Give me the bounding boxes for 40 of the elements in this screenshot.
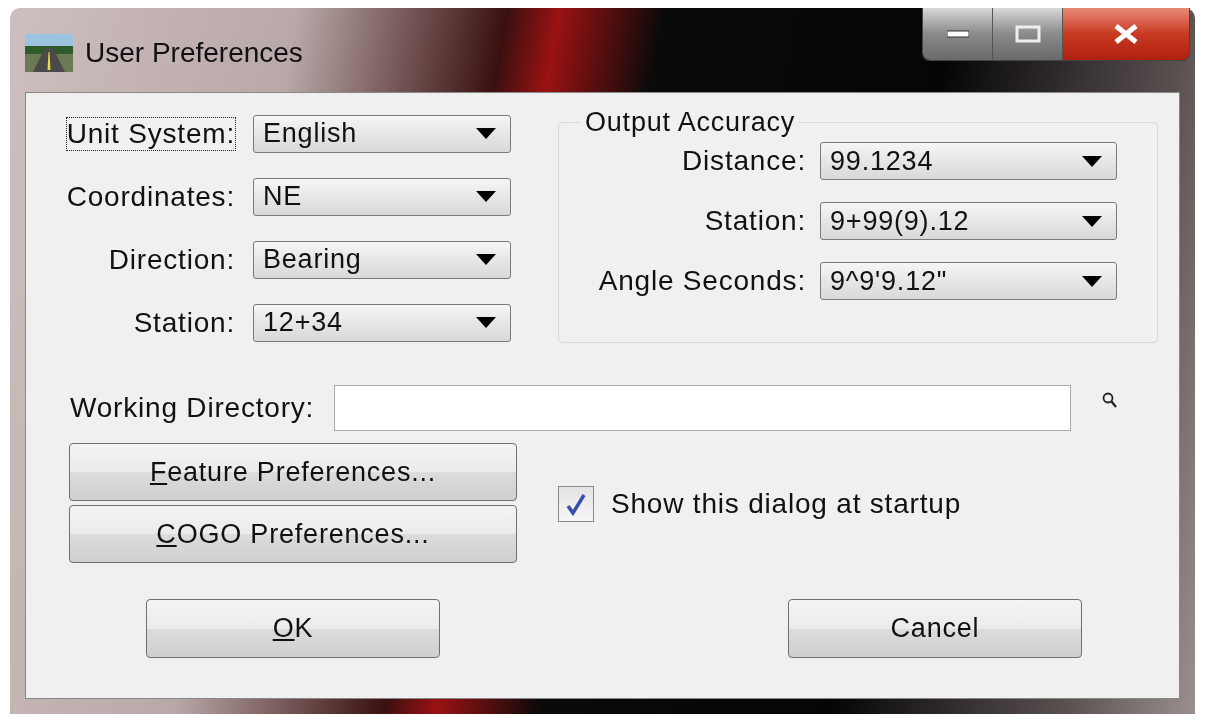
field-label: Distance: — [681, 144, 807, 178]
checkbox-label[interactable]: Show this dialog at startup — [610, 487, 962, 521]
field-label: Station: — [703, 204, 807, 238]
dropdown[interactable]: NE — [253, 177, 511, 216]
field-label: Unit System: — [65, 116, 236, 151]
dropdown[interactable]: 99.1234 — [820, 142, 1117, 180]
dropdown-arrow-icon — [1082, 155, 1102, 167]
checkbox[interactable] — [558, 486, 594, 522]
dropdown-arrow-icon — [476, 317, 496, 328]
dropdown-arrow-icon — [1082, 275, 1102, 287]
window-title: User Preferences — [85, 37, 303, 69]
dropdown[interactable]: English — [253, 114, 511, 153]
field-label: Angle Seconds: — [597, 264, 807, 298]
ok-button[interactable]: OK — [146, 599, 440, 658]
dropdown-arrow-icon — [476, 254, 496, 265]
field-label: Direction: — [107, 242, 236, 277]
field-label: Station: — [132, 305, 236, 340]
road-icon — [25, 34, 73, 72]
input-field[interactable] — [334, 385, 1072, 431]
maximize-icon — [1014, 25, 1041, 43]
cancel-button[interactable]: Cancel — [788, 599, 1082, 658]
preferences-button[interactable]: Feature Preferences... — [69, 443, 517, 501]
preferences-button[interactable]: COGO Preferences... — [69, 505, 517, 563]
group-title: Output Accuracy — [584, 107, 797, 138]
minimize-button[interactable] — [923, 8, 993, 60]
maximize-button[interactable] — [993, 8, 1063, 60]
dropdown-arrow-icon — [1082, 215, 1102, 227]
dropdown[interactable]: 9^9'9.12" — [820, 262, 1117, 300]
close-icon — [1113, 23, 1139, 45]
field-label: Coordinates: — [65, 179, 236, 214]
dropdown-arrow-icon — [476, 128, 496, 139]
close-button[interactable] — [1063, 8, 1189, 60]
checkmark-icon — [565, 492, 587, 516]
search-icon[interactable] — [1102, 392, 1119, 410]
field-label: Working Directory: — [69, 391, 316, 425]
dropdown[interactable]: 12+34 — [253, 303, 511, 342]
dropdown[interactable]: 9+99(9).12 — [820, 202, 1117, 240]
dropdown-arrow-icon — [476, 191, 496, 202]
dropdown[interactable]: Bearing — [253, 240, 511, 279]
minimize-icon — [946, 30, 969, 38]
